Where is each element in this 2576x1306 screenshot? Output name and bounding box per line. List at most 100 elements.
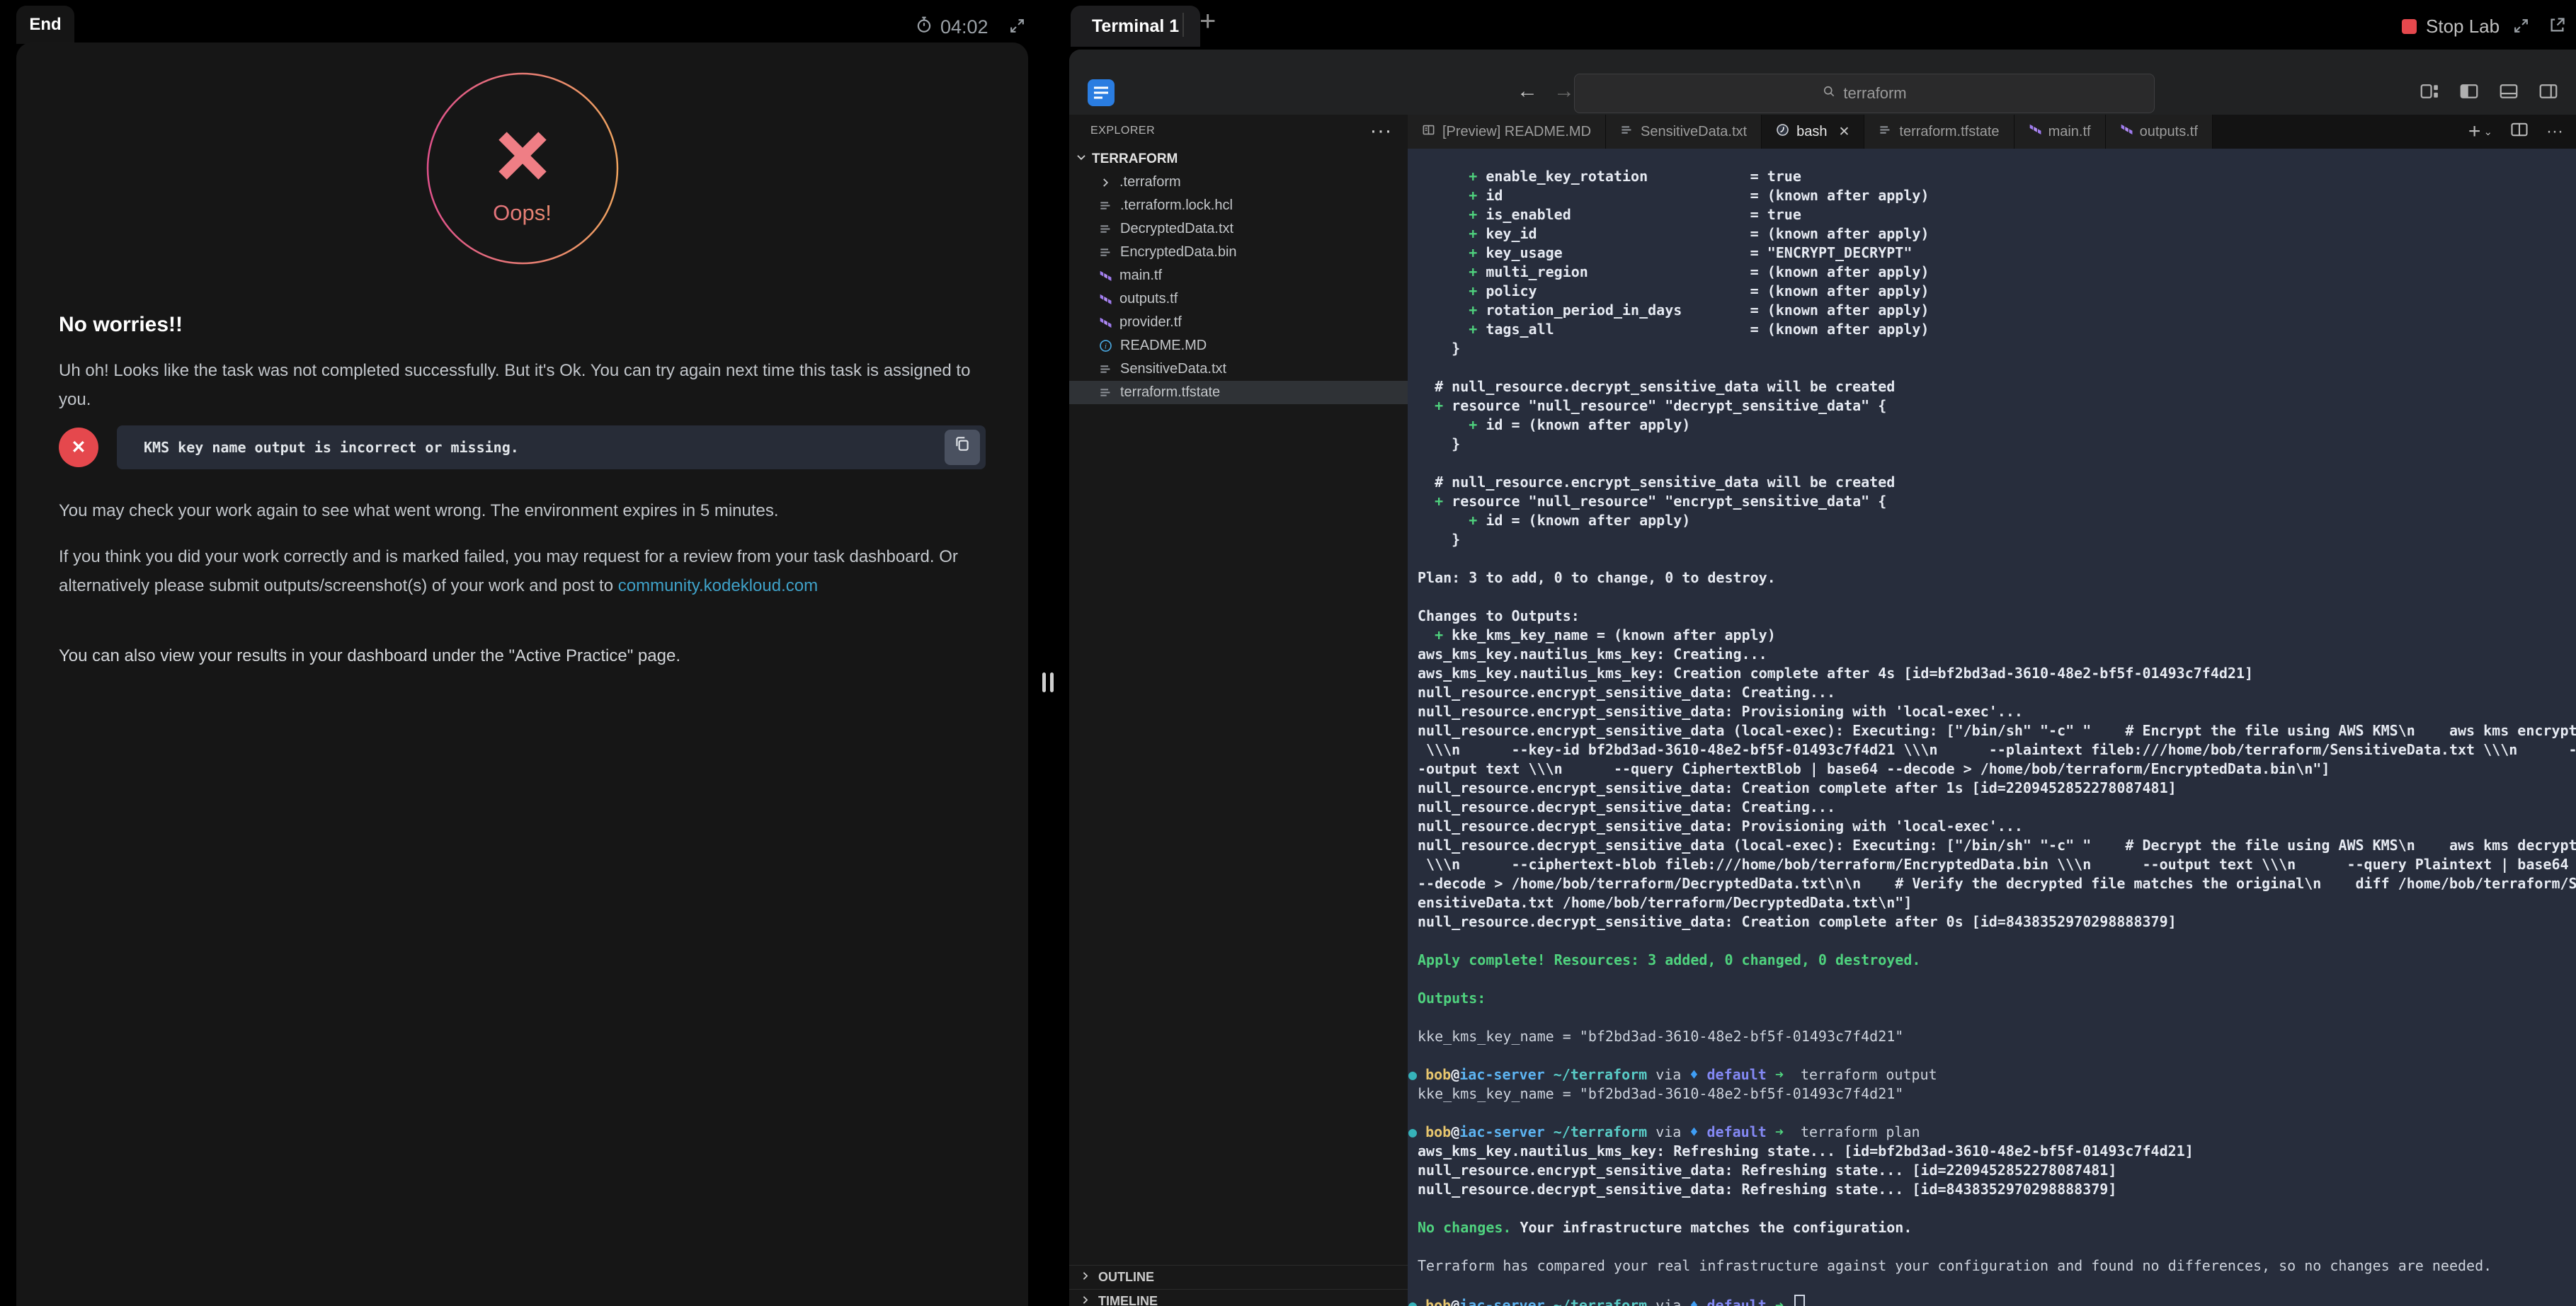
- section-timeline[interactable]: TIMELINE: [1069, 1289, 1408, 1306]
- editor-tabbar: [Preview] README.MD SensitiveData.txt bash…: [1408, 115, 2576, 149]
- terminal-line: + multi_region = (known after apply): [1418, 263, 2576, 282]
- timer-value: 04:02: [940, 16, 988, 38]
- new-terminal-button[interactable]: +: [1199, 7, 1216, 35]
- error-message: KMS key name output is incorrect or miss…: [144, 433, 519, 462]
- new-editor-plus-icon[interactable]: +⌄: [2468, 120, 2492, 144]
- vscode-titlebar: ← → terraform: [1069, 50, 2576, 115]
- file-row-sensitivedata-txt[interactable]: SensitiveData.txt: [1069, 357, 1408, 381]
- tab-sensitivedata-txt[interactable]: SensitiveData.txt: [1606, 115, 1762, 149]
- terminal-line: + resource "null_resource" "encrypt_sens…: [1418, 492, 2576, 511]
- chevron-down-icon: [1075, 151, 1088, 168]
- terminal-line: }: [1418, 435, 2576, 454]
- terminal-line: null_resource.decrypt_sensitive_data: Cr…: [1418, 912, 2576, 932]
- file-icon: [1099, 199, 1112, 212]
- file-row-main-tf[interactable]: main.tf: [1069, 264, 1408, 287]
- file-icon: [1099, 222, 1112, 236]
- explorer-more-actions-icon[interactable]: ···: [1370, 120, 1392, 142]
- terminal-line: + is_enabled = true: [1418, 205, 2576, 224]
- terminal-line: null_resource.decrypt_sensitive_data (lo…: [1418, 836, 2576, 855]
- terminal-line: Plan: 3 to add, 0 to change, 0 to destro…: [1418, 568, 2576, 588]
- terminal-line: [1418, 970, 2576, 989]
- tab-label: main.tf: [2048, 124, 2091, 140]
- community-link[interactable]: community.kodekloud.com: [618, 576, 818, 595]
- tab-terraform-tfstate[interactable]: terraform.tfstate: [1864, 115, 2014, 149]
- close-icon[interactable]: ✕: [1838, 124, 1850, 140]
- terraform-icon: [2029, 123, 2041, 140]
- svg-text:i: i: [1105, 343, 1107, 351]
- toggle-panel-icon[interactable]: [2498, 81, 2519, 105]
- terminal-line: [1418, 358, 2576, 377]
- terminal-line: null_resource.encrypt_sensitive_data (lo…: [1418, 721, 2576, 740]
- panel-resize-handle[interactable]: [1042, 672, 1054, 692]
- terminal-line: ● bob@iac-server ~/terraform via ♦ defau…: [1418, 1123, 2576, 1142]
- vscode-window: ← → terraform: [1069, 50, 2576, 1306]
- customize-layout-icon[interactable]: [2419, 81, 2440, 105]
- tab-outputs-tf[interactable]: outputs.tf: [2106, 115, 2213, 149]
- more-actions-icon[interactable]: ···: [2546, 122, 2563, 142]
- terminal-line: null_resource.encrypt_sensitive_data: Pr…: [1418, 702, 2576, 721]
- terminal-line: [1418, 1199, 2576, 1218]
- workspace-section-label: TERRAFORM: [1092, 151, 1178, 167]
- file-row--terraform-lock-hcl[interactable]: .terraform.lock.hcl: [1069, 194, 1408, 217]
- tab--preview-readme-md[interactable]: [Preview] README.MD: [1408, 115, 1606, 149]
- terminal-line: [1418, 1008, 2576, 1027]
- file-row--terraform[interactable]: .terraform: [1069, 171, 1408, 194]
- file-icon: [1879, 123, 1892, 141]
- terminal-output[interactable]: + enable_key_rotation = true + id = (kno…: [1408, 149, 2576, 1306]
- file-name: main.tf: [1119, 268, 1162, 284]
- stop-lab-button[interactable]: Stop Lab: [2402, 16, 2500, 38]
- terminal-line: No changes. Your infrastructure matches …: [1418, 1218, 2576, 1237]
- file-name: SensitiveData.txt: [1120, 361, 1226, 377]
- terminal-line: kke_kms_key_name = "bf2bd3ad-3610-48e2-b…: [1418, 1027, 2576, 1046]
- file-row-readme-md[interactable]: iREADME.MD: [1069, 334, 1408, 357]
- terminal-line: [1418, 932, 2576, 951]
- terminal-line: + kke_kms_key_name = (known after apply): [1418, 626, 2576, 645]
- fullscreen-icon[interactable]: [2512, 17, 2530, 38]
- section-outline[interactable]: OUTLINE: [1069, 1265, 1408, 1289]
- terminal-line: --decode > /home/bob/terraform/Decrypted…: [1418, 874, 2576, 893]
- terminal-line: Apply complete! Resources: 3 added, 0 ch…: [1418, 951, 2576, 970]
- file-row-terraform-tfstate[interactable]: terraform.tfstate: [1069, 381, 1408, 404]
- external-link-icon[interactable]: [2548, 16, 2567, 38]
- terminal-line: # null_resource.encrypt_sensitive_data w…: [1418, 473, 2576, 492]
- workspace-section-header[interactable]: TERRAFORM: [1069, 147, 1408, 171]
- copy-button[interactable]: [945, 430, 980, 465]
- terminal-1-tab[interactable]: Terminal 1: [1071, 6, 1200, 47]
- end-session-button[interactable]: End: [16, 6, 74, 44]
- terraform-icon: [1099, 316, 1112, 329]
- file-row-encrypteddata-bin[interactable]: EncryptedData.bin: [1069, 241, 1408, 264]
- back-arrow-icon[interactable]: ←: [1517, 79, 1538, 103]
- file-row-decrypteddata-txt[interactable]: DecryptedData.txt: [1069, 217, 1408, 241]
- tab-label: outputs.tf: [2140, 124, 2198, 140]
- terraform-icon: [1099, 270, 1112, 282]
- split-editor-icon[interactable]: [2509, 120, 2529, 144]
- tab-bash[interactable]: bash✕: [1762, 115, 1864, 149]
- terminal-line: \\\n --key-id bf2bd3ad-3610-48e2-bf5f-01…: [1418, 740, 2576, 760]
- terminal-line: + rotation_period_in_days = (known after…: [1418, 301, 2576, 320]
- command-search-input[interactable]: terraform: [1574, 74, 2155, 113]
- terminal-line: Changes to Outputs:: [1418, 607, 2576, 626]
- terminal-line: ● bob@iac-server ~/terraform via ♦ defau…: [1418, 1295, 2576, 1306]
- file-row-provider-tf[interactable]: provider.tf: [1069, 311, 1408, 334]
- explorer-sidebar: EXPLORER ··· TERRAFORM .terraform.terraf…: [1069, 115, 1408, 1306]
- terminal-line: [1418, 1237, 2576, 1256]
- tab-label: SensitiveData.txt: [1641, 124, 1747, 140]
- toggle-secondary-sidebar-icon[interactable]: [2538, 81, 2559, 105]
- file-name: terraform.tfstate: [1120, 384, 1220, 401]
- info-icon: i: [1099, 339, 1112, 353]
- error-x-icon: ✕: [59, 428, 98, 467]
- terminal-line: ● bob@iac-server ~/terraform via ♦ defau…: [1418, 1065, 2576, 1084]
- forward-arrow-icon[interactable]: →: [1554, 79, 1575, 103]
- terminal-line: aws_kms_key.nautilus_kms_key: Creating..…: [1418, 645, 2576, 664]
- toggle-sidebar-icon[interactable]: [2458, 81, 2480, 105]
- section-label: TIMELINE: [1098, 1294, 1158, 1306]
- terminal-line: }: [1418, 530, 2576, 549]
- tab-main-tf[interactable]: main.tf: [2014, 115, 2106, 149]
- terraform-icon: [1099, 293, 1112, 306]
- fullscreen-icon[interactable]: [1008, 17, 1026, 38]
- terminal-line: ensitiveData.txt /home/bob/terraform/Dec…: [1418, 893, 2576, 912]
- copy-icon: [953, 433, 971, 462]
- file-icon: [1620, 123, 1634, 141]
- file-row-outputs-tf[interactable]: outputs.tf: [1069, 287, 1408, 311]
- terminal-line: [1418, 1046, 2576, 1065]
